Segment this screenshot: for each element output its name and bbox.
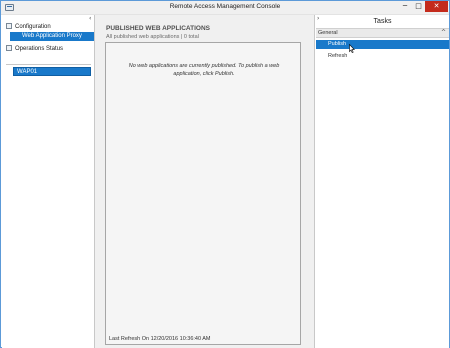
configuration-icon xyxy=(6,23,12,30)
page-subtitle: All published web applications | 0 total xyxy=(106,34,199,40)
title-bar[interactable]: Remote Access Management Console ─ □ ✕ xyxy=(1,1,449,15)
nav-item-configuration[interactable]: Configuration xyxy=(6,23,51,32)
minimize-button[interactable]: ─ xyxy=(398,1,412,12)
empty-state-message: No web applications are currently publis… xyxy=(128,63,280,77)
server-item-wap01[interactable]: WAP01 xyxy=(13,67,91,76)
nav-item-web-application-proxy[interactable]: Web Application Proxy xyxy=(10,32,94,41)
chevron-up-icon[interactable]: ^ xyxy=(441,29,446,36)
tasks-pane: › Tasks General ^ Publish Refresh xyxy=(314,15,449,348)
published-apps-list[interactable]: No web applications are currently publis… xyxy=(105,42,301,345)
window-title: Remote Access Management Console xyxy=(169,3,281,10)
collapse-left-icon[interactable]: ‹ xyxy=(89,15,91,22)
task-refresh[interactable]: Refresh xyxy=(316,52,449,61)
nav-item-label: Configuration xyxy=(15,24,51,30)
maximize-button[interactable]: □ xyxy=(412,1,425,12)
operations-status-icon xyxy=(6,45,12,52)
app-window: Remote Access Management Console ─ □ ✕ ‹… xyxy=(0,0,450,348)
nav-item-operations-status[interactable]: Operations Status xyxy=(6,45,63,54)
page-title: PUBLISHED WEB APPLICATIONS xyxy=(106,25,211,32)
mouse-cursor-icon xyxy=(349,44,355,53)
published-apps-pane: PUBLISHED WEB APPLICATIONS All published… xyxy=(95,15,314,348)
tasks-title: Tasks xyxy=(373,18,392,25)
navigation-pane: ‹ Configuration Web Application Proxy Op… xyxy=(2,15,95,348)
section-label: General xyxy=(318,30,338,36)
section-general[interactable]: General ^ xyxy=(316,28,449,38)
last-refresh-status: Last Refresh On 12/20/2016 10:36:40 AM xyxy=(109,336,211,342)
close-button[interactable]: ✕ xyxy=(425,1,448,12)
task-publish[interactable]: Publish xyxy=(316,40,449,49)
nav-item-label: Operations Status xyxy=(15,46,64,52)
nav-divider xyxy=(6,64,91,65)
